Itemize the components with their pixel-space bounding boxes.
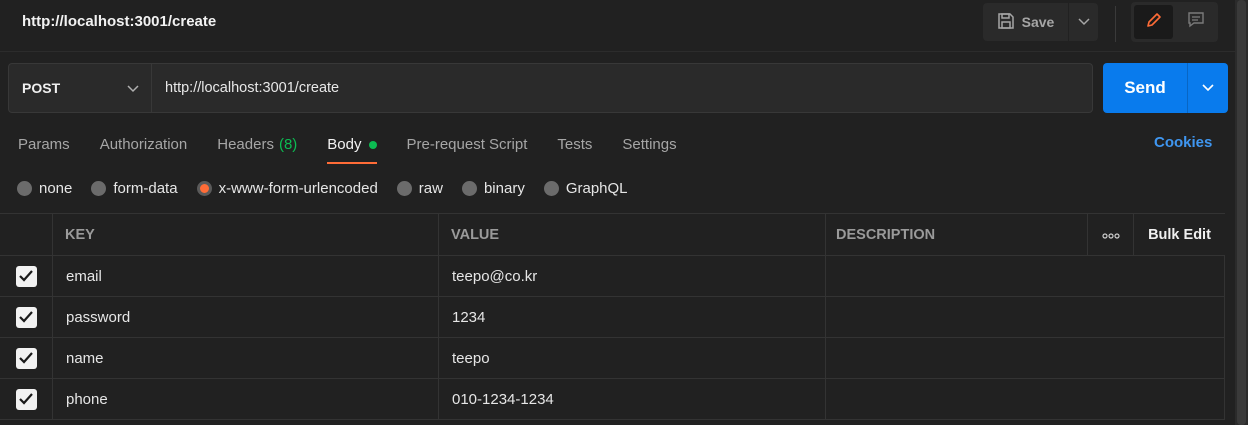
tab-label: Tests (557, 135, 593, 153)
radio-circle (17, 180, 32, 196)
tab-params[interactable]: Params (18, 124, 70, 164)
params-table: KEY VALUE DESCRIPTION Bulk Edit email te… (0, 213, 1225, 420)
row-description[interactable] (826, 338, 1225, 378)
method-value: POST (22, 80, 61, 96)
row-value[interactable]: teepo (439, 338, 826, 378)
checkmark-icon (15, 306, 37, 328)
radio-circle (396, 180, 412, 196)
request-header: http://localhost:3001/create Save (0, 0, 1235, 52)
headers-count: (8) (278, 135, 298, 153)
radio-circle (543, 180, 559, 196)
body-type-binary[interactable]: binary (461, 179, 525, 197)
table-row: phone 010-1234-1234 (0, 379, 1225, 420)
tab-tests[interactable]: Tests (557, 124, 592, 164)
radio-circle (461, 180, 477, 196)
table-row: email teepo@co.kr (0, 256, 1225, 297)
checkmark-icon (15, 388, 37, 410)
radio-circle (91, 180, 107, 196)
body-type-graphql[interactable]: GraphQL (543, 179, 628, 197)
radio-label: x-www-form-urlencoded (218, 179, 378, 197)
row-value[interactable]: 010-1234-1234 (439, 379, 826, 419)
row-description[interactable] (826, 256, 1225, 296)
tab-label: Body (327, 135, 362, 153)
more-icon (1101, 227, 1120, 243)
tab-pre-request-script[interactable]: Pre-request Script (407, 124, 528, 164)
row-description[interactable] (826, 297, 1225, 337)
row-checkbox[interactable] (0, 379, 53, 419)
checkmark-icon (15, 265, 37, 287)
tab-body[interactable]: Body (327, 124, 377, 164)
pencil-icon (1145, 11, 1163, 34)
tab-authorization[interactable]: Authorization (100, 124, 188, 164)
send-group: Send (1103, 63, 1228, 113)
radio-label: form-data (113, 179, 178, 197)
request-url-bar: POST http://localhost:3001/create (8, 63, 1093, 113)
comments-mode-button[interactable] (1176, 5, 1215, 39)
request-tabs: Params Authorization Headers (8) Body Pre… (18, 124, 707, 164)
row-value[interactable]: 1234 (439, 297, 826, 337)
row-key[interactable]: name (53, 338, 439, 378)
body-type-selector: none form-data x-www-form-urlencoded raw… (17, 177, 647, 199)
checkmark-icon (15, 347, 37, 369)
save-button-label: Save (1021, 14, 1055, 30)
column-header-key: KEY (53, 214, 439, 255)
edit-mode-button[interactable] (1134, 5, 1173, 39)
table-header-row: KEY VALUE DESCRIPTION Bulk Edit (0, 213, 1225, 256)
table-row: password 1234 (0, 297, 1225, 338)
save-icon (997, 12, 1015, 33)
send-button[interactable]: Send (1103, 63, 1187, 113)
scrollbar-thumb[interactable] (1237, 0, 1246, 425)
chevron-down-icon (1202, 79, 1214, 97)
active-tab-underline (327, 162, 377, 164)
body-type-form-data[interactable]: form-data (91, 179, 178, 197)
save-button[interactable]: Save (983, 3, 1068, 41)
chevron-down-icon (1077, 13, 1090, 31)
radio-label: GraphQL (565, 179, 628, 197)
method-select[interactable]: POST (8, 63, 152, 113)
tab-label: Headers (217, 135, 274, 153)
cookies-link[interactable]: Cookies (1154, 134, 1212, 151)
body-type-raw[interactable]: raw (396, 179, 443, 197)
save-options-button[interactable] (1068, 3, 1098, 41)
send-options-button[interactable] (1187, 63, 1228, 113)
more-options-button[interactable] (1088, 214, 1134, 255)
body-indicator-dot (368, 140, 377, 149)
row-checkbox[interactable] (0, 297, 53, 337)
save-group: Save (983, 3, 1098, 41)
radio-label: binary (483, 179, 525, 197)
tab-label: Authorization (99, 135, 188, 153)
bulk-edit-button[interactable]: Bulk Edit (1134, 214, 1225, 255)
radio-label: raw (418, 179, 443, 197)
tab-label: Params (18, 135, 70, 153)
row-description[interactable] (826, 379, 1225, 419)
column-header-value: VALUE (439, 214, 826, 255)
row-checkbox[interactable] (0, 256, 53, 296)
comment-icon (1187, 11, 1205, 34)
row-value[interactable]: teepo@co.kr (439, 256, 826, 296)
table-row: name teepo (0, 338, 1225, 379)
body-type-urlencoded[interactable]: x-www-form-urlencoded (196, 179, 378, 197)
vertical-scrollbar[interactable] (1235, 0, 1248, 425)
header-divider (1115, 6, 1116, 42)
chevron-down-icon (127, 80, 139, 96)
column-header-description: DESCRIPTION (826, 214, 1088, 255)
tab-headers[interactable]: Headers (8) (217, 124, 297, 164)
tab-settings[interactable]: Settings (622, 124, 676, 164)
radio-label: none (39, 179, 73, 197)
header-check-column (0, 214, 53, 255)
url-input[interactable]: http://localhost:3001/create (152, 63, 1093, 113)
row-key[interactable]: phone (53, 379, 439, 419)
view-mode-toggle (1131, 2, 1218, 42)
radio-circle-selected (196, 180, 212, 196)
tab-label: Settings (622, 135, 677, 153)
row-checkbox[interactable] (0, 338, 53, 378)
row-key[interactable]: email (53, 256, 439, 296)
body-type-none[interactable]: none (17, 180, 72, 197)
tab-label: Pre-request Script (406, 135, 528, 153)
row-key[interactable]: password (53, 297, 439, 337)
request-title[interactable]: http://localhost:3001/create (22, 13, 216, 30)
